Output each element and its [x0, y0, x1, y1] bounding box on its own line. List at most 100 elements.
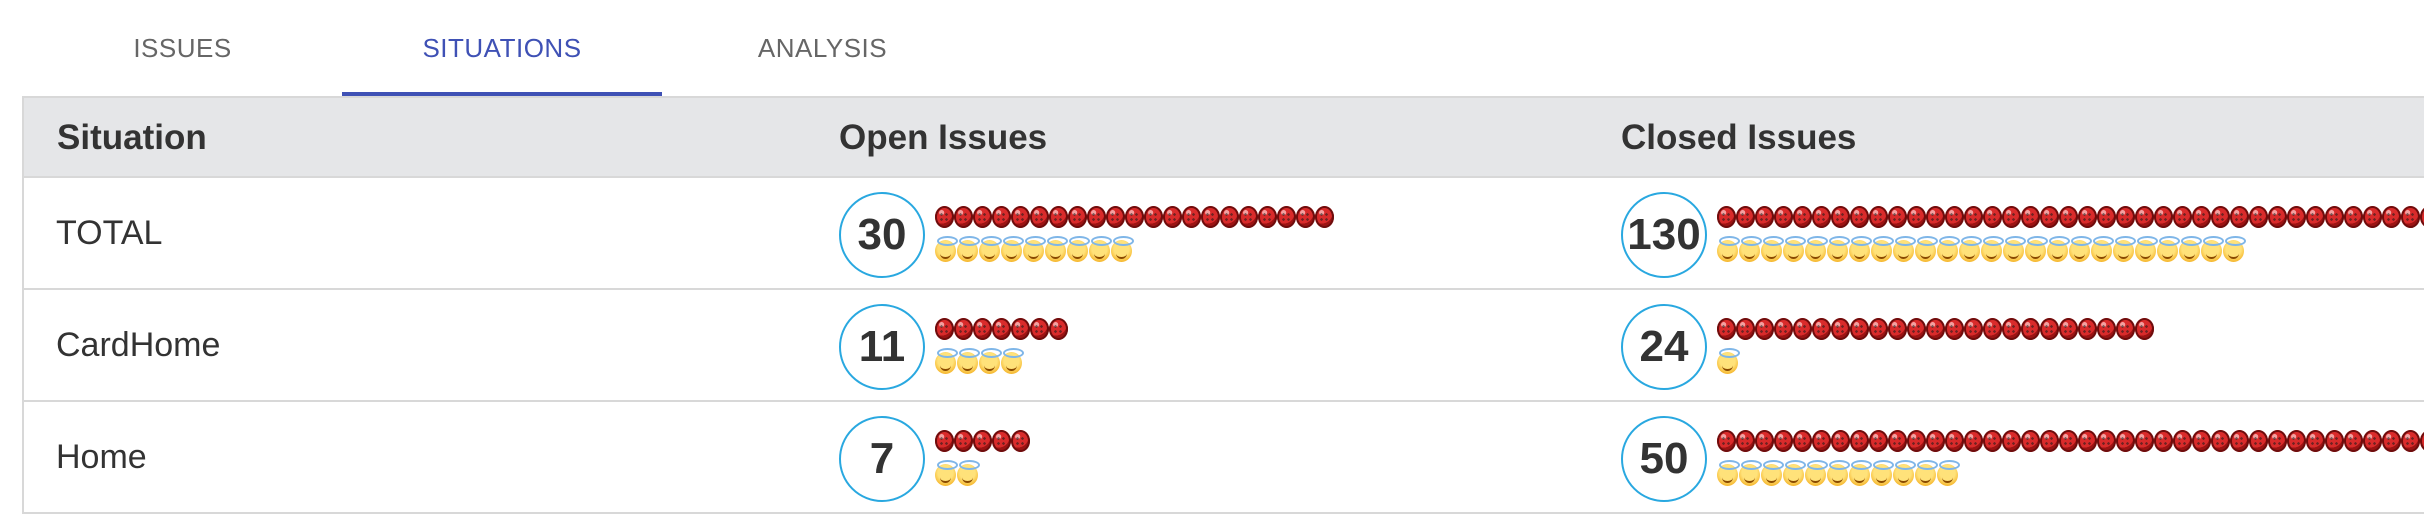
smiling-face-with-halo-icon: [1827, 236, 1850, 262]
ladybug-icon: [935, 318, 954, 340]
ladybug-icon: [1011, 318, 1030, 340]
ladybug-icon: [1774, 318, 1793, 340]
smiling-face-with-halo-icon: [957, 348, 980, 374]
ladybug-icon: [2097, 318, 2116, 340]
ladybug-icon: [2420, 206, 2424, 228]
ladybug-icon: [2173, 206, 2192, 228]
smiling-face-with-halo-icon: [957, 460, 980, 486]
smiling-face-with-halo-icon: [1717, 460, 1740, 486]
ladybug-icon: [1755, 206, 1774, 228]
ladybug-icon: [1888, 318, 1907, 340]
resolved-icons-line: [1717, 460, 2424, 490]
ladybug-icon: [2382, 430, 2401, 452]
ladybug-icon: [1011, 206, 1030, 228]
ladybug-icon: [954, 318, 973, 340]
ladybug-icon: [2002, 318, 2021, 340]
ladybug-icon: [2135, 206, 2154, 228]
smiling-face-with-halo-icon: [1915, 236, 1938, 262]
ladybug-icon: [2268, 206, 2287, 228]
smiling-face-with-halo-icon: [1827, 460, 1850, 486]
ladybug-icon: [2059, 206, 2078, 228]
table-row[interactable]: Home 7 50: [24, 402, 2424, 514]
ladybug-icon: [2420, 430, 2424, 452]
ladybug-icon: [1030, 206, 1049, 228]
column-header-open-issues[interactable]: Open Issues: [839, 98, 1047, 178]
smiling-face-with-halo-icon: [1739, 236, 1762, 262]
ladybug-icon: [1850, 318, 1869, 340]
ladybug-icon: [2135, 318, 2154, 340]
ladybug-icon: [2268, 430, 2287, 452]
ladybug-icon: [1907, 430, 1926, 452]
ladybug-icon: [1717, 318, 1736, 340]
closed-icons: [1717, 318, 2424, 378]
ladybug-icon: [2230, 430, 2249, 452]
ladybug-icon: [1220, 206, 1239, 228]
ladybug-icon: [1888, 430, 1907, 452]
tab-bar: ISSUES SITUATIONS ANALYSIS: [0, 0, 2424, 96]
ladybug-icon: [1106, 206, 1125, 228]
ladybug-icon: [2116, 430, 2135, 452]
ladybug-icon: [2363, 430, 2382, 452]
smiling-face-with-halo-icon: [2179, 236, 2202, 262]
ladybug-icon: [992, 430, 1011, 452]
ladybug-icon: [1736, 206, 1755, 228]
table-row[interactable]: CardHome 11 24: [24, 290, 2424, 402]
ladybug-icon: [2249, 206, 2268, 228]
ladybug-icon: [1774, 206, 1793, 228]
closed-count-badge: 130: [1621, 192, 1707, 278]
smiling-face-with-halo-icon: [2069, 236, 2092, 262]
closed-count-badge: 50: [1621, 416, 1707, 502]
ladybug-icon: [1201, 206, 1220, 228]
ladybug-icon: [1717, 430, 1736, 452]
ladybug-icon: [1907, 206, 1926, 228]
smiling-face-with-halo-icon: [2113, 236, 2136, 262]
ladybug-icon: [954, 206, 973, 228]
ladybug-icon: [1812, 206, 1831, 228]
ladybug-icon: [1755, 430, 1774, 452]
situations-table: Situation Open Issues Closed Issues TOTA…: [22, 96, 2424, 514]
ladybug-icon: [1983, 430, 2002, 452]
smiling-face-with-halo-icon: [1023, 236, 1046, 262]
ladybug-icon: [1717, 206, 1736, 228]
ladybug-icon: [1983, 206, 2002, 228]
ladybug-icon: [2325, 206, 2344, 228]
smiling-face-with-halo-icon: [1937, 236, 1960, 262]
smiling-face-with-halo-icon: [2223, 236, 2246, 262]
ladybug-icon: [1907, 318, 1926, 340]
ladybug-icon: [2078, 430, 2097, 452]
situation-name: CardHome: [56, 325, 221, 364]
open-count-badge: 30: [839, 192, 925, 278]
ladybug-icon: [2287, 206, 2306, 228]
smiling-face-with-halo-icon: [1805, 236, 1828, 262]
smiling-face-with-halo-icon: [1981, 236, 2004, 262]
tab-analysis[interactable]: ANALYSIS: [685, 0, 960, 96]
ladybug-icon: [1831, 206, 1850, 228]
column-header-situation[interactable]: Situation: [57, 98, 207, 178]
ladybug-icon: [1888, 206, 1907, 228]
smiling-face-with-halo-icon: [2025, 236, 2048, 262]
ladybug-icon: [1774, 430, 1793, 452]
smiling-face-with-halo-icon: [979, 236, 1002, 262]
ladybug-icon: [2192, 430, 2211, 452]
ladybug-icon: [1125, 206, 1144, 228]
ladybug-icon: [1315, 206, 1334, 228]
column-header-closed-issues[interactable]: Closed Issues: [1621, 98, 1856, 178]
ladybug-icon: [2306, 206, 2325, 228]
ladybug-icon: [1296, 206, 1315, 228]
smiling-face-with-halo-icon: [1871, 460, 1894, 486]
ladybug-icon: [1869, 430, 1888, 452]
ladybug-icon: [1755, 318, 1774, 340]
smiling-face-with-halo-icon: [1849, 460, 1872, 486]
open-count-badge: 7: [839, 416, 925, 502]
ladybug-icon: [2211, 430, 2230, 452]
ladybug-icon: [1068, 206, 1087, 228]
ladybug-icon: [2382, 206, 2401, 228]
tab-situations[interactable]: SITUATIONS: [342, 0, 662, 96]
ladybug-icon: [973, 318, 992, 340]
ladybug-icon: [1964, 206, 1983, 228]
smiling-face-with-halo-icon: [1111, 236, 1134, 262]
tab-issues[interactable]: ISSUES: [45, 0, 320, 96]
ladybug-icon: [2021, 430, 2040, 452]
table-row[interactable]: TOTAL 30 130: [24, 178, 2424, 290]
bug-icons-line: [1717, 430, 2424, 460]
